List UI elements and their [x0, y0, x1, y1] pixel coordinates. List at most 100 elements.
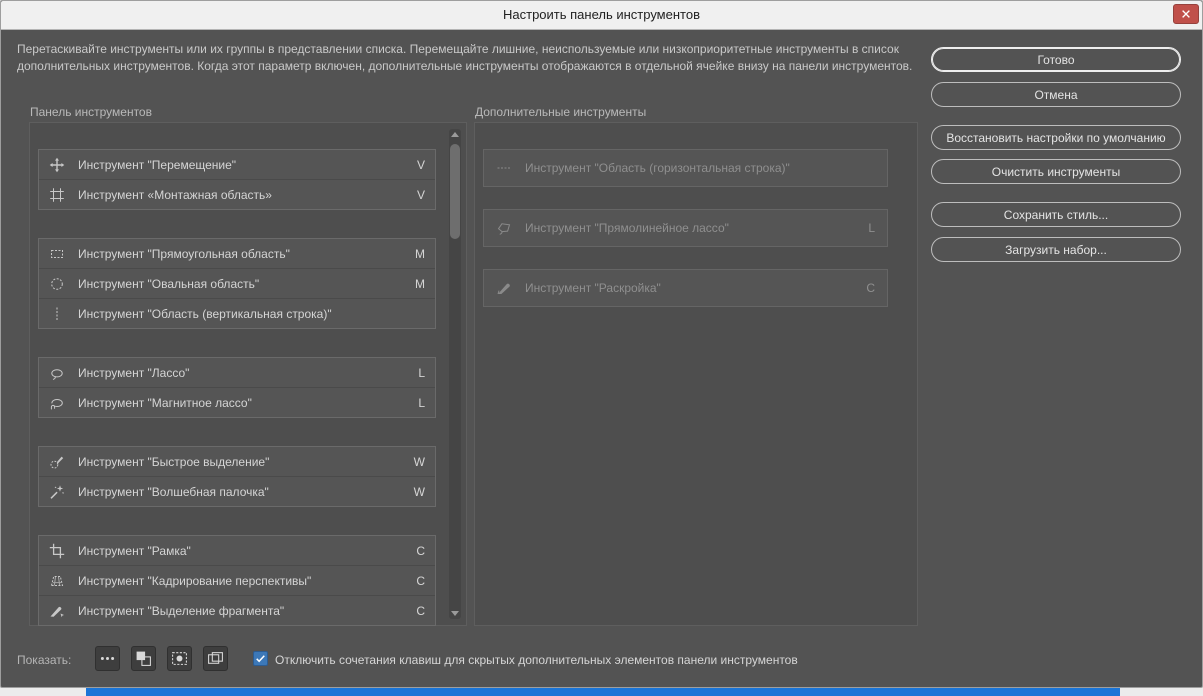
tool-shortcut: C	[416, 604, 425, 618]
dialog-title: Настроить панель инструментов	[1, 7, 1202, 22]
polygonal-lasso-icon	[496, 220, 512, 236]
tool-group: Инструмент "Прямоугольная область"MИнстр…	[38, 238, 436, 329]
tool-label: Инструмент "Быстрое выделение"	[78, 455, 406, 469]
show-label: Показать:	[17, 653, 71, 667]
ellipsis-toggle-button[interactable]	[95, 646, 120, 671]
artboard-icon	[49, 187, 65, 203]
ellipse-marquee-icon	[49, 276, 65, 292]
magic-wand-icon	[49, 484, 65, 500]
single-row-marquee-icon	[496, 160, 512, 176]
disable-shortcuts-label: Отключить сочетания клавиш для скрытых д…	[275, 653, 798, 667]
tool-row[interactable]: Инструмент "Волшебная палочка" W	[39, 476, 435, 506]
tool-label: Инструмент "Область (горизонтальная стро…	[525, 161, 867, 175]
close-icon	[1180, 8, 1192, 20]
tool-label: Инструмент "Волшебная палочка"	[78, 485, 406, 499]
tool-row[interactable]: Инструмент "Область (вертикальная строка…	[39, 298, 435, 328]
tool-label: Инструмент "Область (вертикальная строка…	[78, 307, 417, 321]
customize-toolbar-dialog: Настроить панель инструментов Перетаскив…	[0, 0, 1203, 688]
toolbar-panel-label: Панель инструментов	[30, 105, 152, 119]
tool-row[interactable]: Инструмент "Прямолинейное лассо" L	[483, 209, 888, 247]
slice-icon	[496, 280, 512, 296]
color-swatches-icon	[135, 650, 152, 667]
toolbar-groups: Инструмент "Перемещение"VИнструмент «Мон…	[38, 149, 436, 654]
toolbar-scrollbar[interactable]	[449, 129, 461, 619]
tool-row[interactable]: Инструмент "Лассо" L	[39, 358, 435, 387]
tool-group: Инструмент "Быстрое выделение"WИнструмен…	[38, 446, 436, 507]
tool-row[interactable]: Инструмент "Овальная область" M	[39, 268, 435, 298]
tool-label: Инструмент «Монтажная область»	[78, 188, 409, 202]
quick-selection-icon	[49, 454, 65, 470]
dialog-titlebar[interactable]: Настроить панель инструментов	[1, 1, 1202, 30]
check-icon	[255, 653, 266, 664]
save-preset-button[interactable]: Сохранить стиль...	[931, 202, 1181, 227]
tool-row[interactable]: Инструмент "Область (горизонтальная стро…	[483, 149, 888, 187]
done-button[interactable]: Готово	[931, 47, 1181, 72]
tool-shortcut: V	[417, 158, 425, 172]
cancel-button[interactable]: Отмена	[931, 82, 1181, 107]
disable-shortcuts-checkbox[interactable]	[253, 651, 268, 666]
tool-shortcut: C	[866, 281, 875, 295]
tool-shortcut: C	[416, 544, 425, 558]
screen-mode-icon	[207, 650, 224, 667]
scrollbar-thumb[interactable]	[450, 144, 460, 239]
tool-shortcut: M	[415, 247, 425, 261]
tool-row[interactable]: Инструмент «Монтажная область» V	[39, 179, 435, 209]
extra-tools-label: Дополнительные инструменты	[475, 105, 646, 119]
tool-label: Инструмент "Магнитное лассо"	[78, 396, 410, 410]
tool-row[interactable]: Инструмент "Быстрое выделение" W	[39, 447, 435, 476]
quick-mask-toggle-button[interactable]	[167, 646, 192, 671]
tool-label: Инструмент "Кадрирование перспективы"	[78, 574, 408, 588]
tool-row[interactable]: Инструмент "Магнитное лассо" L	[39, 387, 435, 417]
scroll-down-arrow-icon[interactable]	[451, 611, 459, 616]
tool-label: Инструмент "Выделение фрагмента"	[78, 604, 408, 618]
perspective-crop-icon	[49, 573, 65, 589]
tool-shortcut: W	[414, 455, 425, 469]
background-window-strip	[86, 687, 1120, 696]
load-preset-button[interactable]: Загрузить набор...	[931, 237, 1181, 262]
toolbar-tools-panel: Инструмент "Перемещение"VИнструмент «Мон…	[29, 122, 467, 626]
quick-mask-icon	[171, 650, 188, 667]
tool-shortcut: L	[418, 396, 425, 410]
tool-row[interactable]: Инструмент "Перемещение" V	[39, 150, 435, 179]
dialog-description: Перетаскивайте инструменты или их группы…	[17, 41, 919, 75]
extra-tools-list: Инструмент "Область (горизонтальная стро…	[483, 149, 888, 329]
extra-tools-panel: Инструмент "Область (горизонтальная стро…	[474, 122, 918, 626]
tool-shortcut: L	[418, 366, 425, 380]
scroll-up-arrow-icon[interactable]	[451, 132, 459, 137]
tool-label: Инструмент "Прямоугольная область"	[78, 247, 407, 261]
tool-shortcut: V	[417, 188, 425, 202]
rect-marquee-icon	[49, 246, 65, 262]
tool-shortcut: W	[414, 485, 425, 499]
crop-icon	[49, 543, 65, 559]
desktop: Настроить панель инструментов Перетаскив…	[0, 0, 1203, 696]
tool-label: Инструмент "Рамка"	[78, 544, 408, 558]
slice-select-icon	[49, 603, 65, 619]
color-swatches-toggle-button[interactable]	[131, 646, 156, 671]
tool-label: Инструмент "Раскройка"	[525, 281, 858, 295]
tool-label: Инструмент "Лассо"	[78, 366, 410, 380]
single-column-marquee-icon	[49, 306, 65, 322]
tool-shortcut: L	[868, 221, 875, 235]
tool-row[interactable]: Инструмент "Кадрирование перспективы" C	[39, 565, 435, 595]
tool-label: Инструмент "Перемещение"	[78, 158, 409, 172]
tool-row[interactable]: Инструмент "Раскройка" C	[483, 269, 888, 307]
close-button[interactable]	[1173, 4, 1199, 24]
tool-shortcut: M	[415, 277, 425, 291]
screen-mode-toggle-button[interactable]	[203, 646, 228, 671]
tool-row[interactable]: Инструмент "Прямоугольная область" M	[39, 239, 435, 268]
lasso-icon	[49, 365, 65, 381]
magnetic-lasso-icon	[49, 395, 65, 411]
tool-shortcut: C	[416, 574, 425, 588]
tool-group: Инструмент "Перемещение"VИнструмент «Мон…	[38, 149, 436, 210]
tool-label: Инструмент "Овальная область"	[78, 277, 407, 291]
tool-group: Инструмент "Лассо"LИнструмент "Магнитное…	[38, 357, 436, 418]
tool-label: Инструмент "Прямолинейное лассо"	[525, 221, 860, 235]
move-icon	[49, 157, 65, 173]
ellipsis-icon	[99, 650, 116, 667]
clear-tools-button[interactable]: Очистить инструменты	[931, 159, 1181, 184]
tool-row[interactable]: Инструмент "Выделение фрагмента" C	[39, 595, 435, 625]
show-toggle-group	[95, 646, 228, 671]
tool-row[interactable]: Инструмент "Рамка" C	[39, 536, 435, 565]
restore-defaults-button[interactable]: Восстановить настройки по умолчанию	[931, 125, 1181, 150]
tool-group: Инструмент "Рамка"CИнструмент "Кадрирова…	[38, 535, 436, 626]
